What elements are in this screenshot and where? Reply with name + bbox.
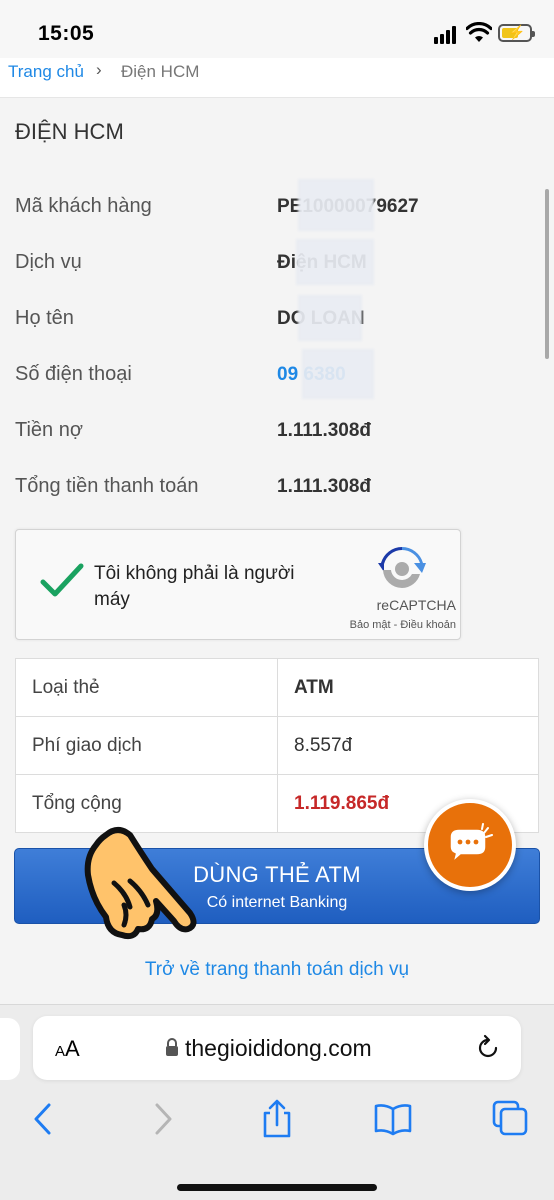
recaptcha-brand: reCAPTCHA <box>376 597 456 613</box>
battery-icon: ⚡ <box>498 24 535 42</box>
previous-tab-peek[interactable] <box>0 1018 20 1080</box>
address-bar[interactable]: AA thegioididong.com <box>33 1016 521 1080</box>
chat-button[interactable] <box>424 799 516 891</box>
info-row-phone: Số điện thoại 09 6380 <box>0 349 554 403</box>
fee-label: Phí giao dịch <box>15 716 278 775</box>
wifi-icon <box>466 22 492 42</box>
page-content: ĐIỆN HCM Mã khách hàng PE10000079627 Dịc… <box>0 99 554 1004</box>
text-size-button[interactable]: AA <box>55 1036 80 1062</box>
redaction-blur <box>298 295 362 341</box>
card-type-label: Loại thẻ <box>15 658 278 717</box>
redaction-blur <box>302 349 374 399</box>
info-value: 1.111.308đ <box>277 420 372 441</box>
forward-icon[interactable] <box>142 1099 182 1139</box>
back-icon[interactable] <box>24 1099 64 1139</box>
info-label: Mã khách hàng <box>15 195 152 217</box>
breadcrumb: Trang chủ › Điện HCM <box>0 58 554 98</box>
recaptcha-logo-icon <box>378 547 426 588</box>
breadcrumb-separator: › <box>96 60 102 79</box>
table-row: Phí giao dịch 8.557đ <box>15 716 539 775</box>
lock-icon <box>166 1038 178 1056</box>
share-icon[interactable] <box>257 1099 297 1139</box>
recaptcha-widget[interactable]: Tôi không phải là người máy reCAPTCHA Bả… <box>15 529 461 640</box>
info-row-debt: Tiền nợ 1.111.308đ <box>0 419 554 459</box>
url-text[interactable]: thegioididong.com <box>185 1035 372 1062</box>
recaptcha-terms-link[interactable]: Bảo mật - Điều khoản <box>316 619 456 631</box>
breadcrumb-home-link[interactable]: Trang chủ <box>8 62 84 82</box>
info-label: Dịch vụ <box>15 251 82 273</box>
info-row-service: Dịch vụ Điện HCM <box>0 239 554 291</box>
fee-value: 8.557đ <box>277 716 539 775</box>
info-label: Số điện thoại <box>15 363 132 385</box>
pointing-hand-icon <box>84 827 197 940</box>
back-to-payment-services-link[interactable]: Trở về trang thanh toán dịch vụ <box>0 959 554 981</box>
card-type-value: ATM <box>277 658 539 717</box>
checkmark-icon[interactable] <box>40 560 84 600</box>
table-row: Loại thẻ ATM <box>15 658 539 717</box>
info-value: 1.111.308đ <box>277 476 372 497</box>
info-row-total: Tổng tiền thanh toán 1.111.308đ <box>0 475 554 515</box>
home-indicator[interactable] <box>177 1184 377 1191</box>
page-title: ĐIỆN HCM <box>15 119 124 144</box>
tabs-icon[interactable] <box>490 1099 530 1139</box>
reload-icon[interactable] <box>475 1034 501 1062</box>
chat-icon <box>449 823 493 865</box>
info-row-customer-code: Mã khách hàng PE10000079627 <box>0 179 554 235</box>
info-label: Họ tên <box>15 307 74 329</box>
browser-toolbar: AA thegioididong.com <box>0 1004 554 1200</box>
info-label: Tiền nợ <box>15 419 83 441</box>
info-label: Tổng tiền thanh toán <box>15 475 199 497</box>
redaction-blur <box>298 179 374 231</box>
signal-icon <box>434 26 460 44</box>
breadcrumb-current: Điện HCM <box>121 62 200 81</box>
recaptcha-label: Tôi không phải là người máy <box>94 563 295 610</box>
redaction-blur <box>296 239 374 285</box>
status-time: 15:05 <box>38 22 95 45</box>
bookmarks-icon[interactable] <box>373 1099 413 1139</box>
info-row-full-name: Họ tên DO LOAN <box>0 295 554 347</box>
status-bar: 15:05 ⚡ <box>0 0 554 64</box>
